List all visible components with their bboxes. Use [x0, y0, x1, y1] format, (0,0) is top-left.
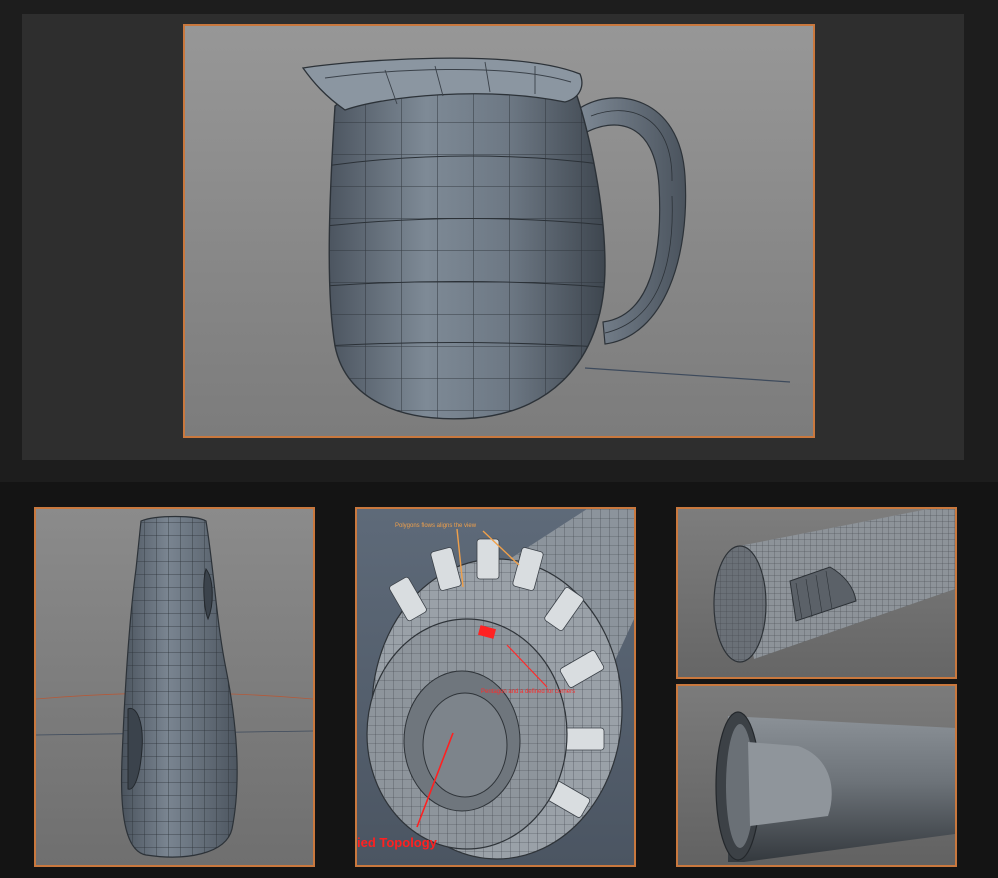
cylinder-topology-viewport[interactable]: Polygons flows aligns the view Pentagon …	[355, 507, 636, 867]
tube-cut-wireframe	[713, 509, 955, 663]
pitcher-viewport[interactable]	[183, 24, 815, 438]
tube-cut-smooth	[715, 711, 955, 862]
handle-viewport[interactable]	[34, 507, 315, 867]
handle-mesh	[36, 515, 313, 858]
tube-wireframe-viewport[interactable]	[676, 507, 957, 679]
pentagon-annotation: Pentagon and a defined for corners	[481, 689, 576, 695]
vented-cylinder-mesh	[366, 509, 634, 860]
polygon-flow-annotation: Polygons flows aligns the view	[395, 523, 477, 529]
pitcher-mesh	[301, 57, 791, 420]
tube-smooth-viewport[interactable]	[676, 684, 957, 867]
topology-label: ied Topology	[357, 835, 437, 850]
